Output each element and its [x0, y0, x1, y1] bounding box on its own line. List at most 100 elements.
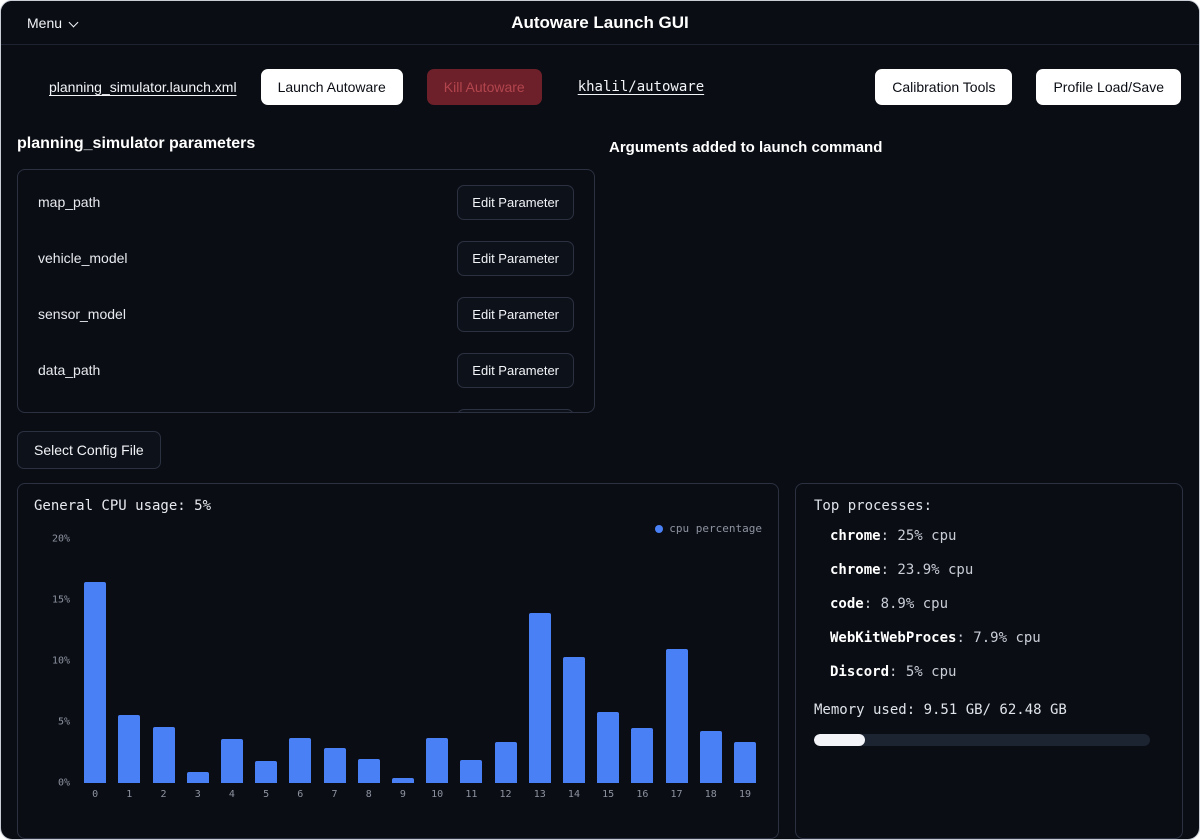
chart-bars — [78, 539, 762, 783]
process-item: code: 8.9% cpu — [814, 596, 1164, 612]
x-tick-label: 19 — [728, 789, 762, 800]
cpu-bar — [118, 715, 140, 783]
x-tick-label: 4 — [215, 789, 249, 800]
bar-slot — [283, 539, 317, 783]
parameter-name: vehicle_model — [38, 250, 128, 266]
x-tick-label: 3 — [181, 789, 215, 800]
parameter-name: sensor_model — [38, 306, 126, 322]
y-tick-label: 20% — [52, 534, 70, 545]
y-tick-label: 10% — [52, 656, 70, 667]
select-config-file-button[interactable]: Select Config File — [17, 431, 161, 469]
parameter-row: map_path Edit Parameter — [18, 174, 594, 230]
x-tick-label: 13 — [523, 789, 557, 800]
x-tick-label: 6 — [283, 789, 317, 800]
cpu-usage-panel: General CPU usage: 5% cpu percentage 0%5… — [17, 483, 779, 839]
cpu-bar — [153, 727, 175, 783]
process-name: chrome — [830, 562, 881, 578]
app-title: Autoware Launch GUI — [1, 13, 1199, 33]
parameter-row: Edit Parameter — [18, 398, 594, 413]
bar-slot — [488, 539, 522, 783]
x-tick-label: 0 — [78, 789, 112, 800]
process-list: chrome: 25% cpu chrome: 23.9% cpu code: 8.… — [814, 528, 1164, 680]
bar-slot — [694, 539, 728, 783]
bar-slot — [78, 539, 112, 783]
cpu-bar — [460, 760, 482, 783]
chart-y-axis: 0%5%10%15%20% — [34, 539, 78, 783]
toolbar: planning_simulator.launch.xml Launch Aut… — [1, 45, 1199, 125]
memory-used-label: Memory used: 9.51 GB/ 62.48 GB — [814, 702, 1164, 718]
x-tick-label: 9 — [386, 789, 420, 800]
y-tick-label: 5% — [58, 717, 70, 728]
x-tick-label: 17 — [659, 789, 693, 800]
cpu-bar — [187, 772, 209, 783]
cpu-bar — [529, 613, 551, 783]
bar-slot — [249, 539, 283, 783]
x-tick-label: 10 — [420, 789, 454, 800]
bar-slot — [112, 539, 146, 783]
x-tick-label: 14 — [557, 789, 591, 800]
cpu-bar — [289, 738, 311, 783]
bar-slot — [420, 539, 454, 783]
process-name: code — [830, 596, 864, 612]
chart-x-axis: 012345678910111213141516171819 — [78, 789, 762, 800]
process-name: chrome — [830, 528, 881, 544]
process-item: chrome: 23.9% cpu — [814, 562, 1164, 578]
parameters-title: planning_simulator parameters — [17, 135, 595, 153]
top-processes-panel: Top processes: chrome: 25% cpu chrome: 23… — [795, 483, 1183, 839]
memory-progress-fill — [814, 734, 865, 746]
profile-load-save-button[interactable]: Profile Load/Save — [1036, 69, 1181, 105]
cpu-bar — [358, 759, 380, 783]
x-tick-label: 2 — [146, 789, 180, 800]
bar-slot — [625, 539, 659, 783]
cpu-usage-title: General CPU usage: 5% — [34, 498, 762, 514]
cpu-bar — [84, 582, 106, 783]
cpu-bar — [221, 739, 243, 783]
calibration-tools-button[interactable]: Calibration Tools — [875, 69, 1012, 105]
edit-parameter-button[interactable]: Edit Parameter — [457, 185, 574, 220]
launch-file-link[interactable]: planning_simulator.launch.xml — [49, 79, 237, 95]
x-tick-label: 12 — [488, 789, 522, 800]
repo-link[interactable]: khalil/autoware — [578, 79, 704, 95]
x-tick-label: 5 — [249, 789, 283, 800]
y-tick-label: 15% — [52, 595, 70, 606]
cpu-bar-chart: 0%5%10%15%20% 01234567891011121314151617… — [34, 539, 762, 800]
cpu-bar — [426, 738, 448, 783]
parameter-name: map_path — [38, 194, 100, 210]
cpu-bar — [495, 742, 517, 783]
memory-progress-bar — [814, 734, 1150, 746]
chart-legend: cpu percentage — [34, 522, 762, 535]
bar-slot — [386, 539, 420, 783]
cpu-bar — [666, 649, 688, 783]
cpu-bar — [563, 657, 585, 783]
app-header: Menu Autoware Launch GUI — [1, 1, 1199, 45]
cpu-bar — [734, 742, 756, 783]
bar-slot — [523, 539, 557, 783]
bar-slot — [317, 539, 351, 783]
x-tick-label: 11 — [454, 789, 488, 800]
chart-plot-area: 012345678910111213141516171819 — [78, 539, 762, 800]
app-window: Menu Autoware Launch GUI planning_simula… — [0, 0, 1200, 840]
main-columns: planning_simulator parameters map_path Ed… — [1, 125, 1199, 469]
x-tick-label: 1 — [112, 789, 146, 800]
edit-parameter-button[interactable]: Edit Parameter — [457, 297, 574, 332]
parameters-card: map_path Edit Parameter vehicle_model Edit … — [17, 169, 595, 413]
bar-slot — [181, 539, 215, 783]
parameters-column: planning_simulator parameters map_path Ed… — [17, 131, 595, 469]
cpu-bar — [631, 728, 653, 783]
edit-parameter-button[interactable]: Edit Parameter — [457, 409, 574, 414]
cpu-bar — [324, 748, 346, 783]
edit-parameter-button[interactable]: Edit Parameter — [457, 353, 574, 388]
bottom-row: General CPU usage: 5% cpu percentage 0%5… — [1, 469, 1199, 839]
cpu-bar — [700, 731, 722, 783]
x-tick-label: 16 — [625, 789, 659, 800]
x-tick-label: 7 — [317, 789, 351, 800]
bar-slot — [352, 539, 386, 783]
bar-slot — [215, 539, 249, 783]
launch-autoware-button[interactable]: Launch Autoware — [261, 69, 403, 105]
bar-slot — [146, 539, 180, 783]
process-item: chrome: 25% cpu — [814, 528, 1164, 544]
top-processes-title: Top processes: — [814, 498, 1164, 514]
legend-dot-icon — [655, 525, 663, 533]
edit-parameter-button[interactable]: Edit Parameter — [457, 241, 574, 276]
kill-autoware-button[interactable]: Kill Autoware — [427, 69, 542, 105]
